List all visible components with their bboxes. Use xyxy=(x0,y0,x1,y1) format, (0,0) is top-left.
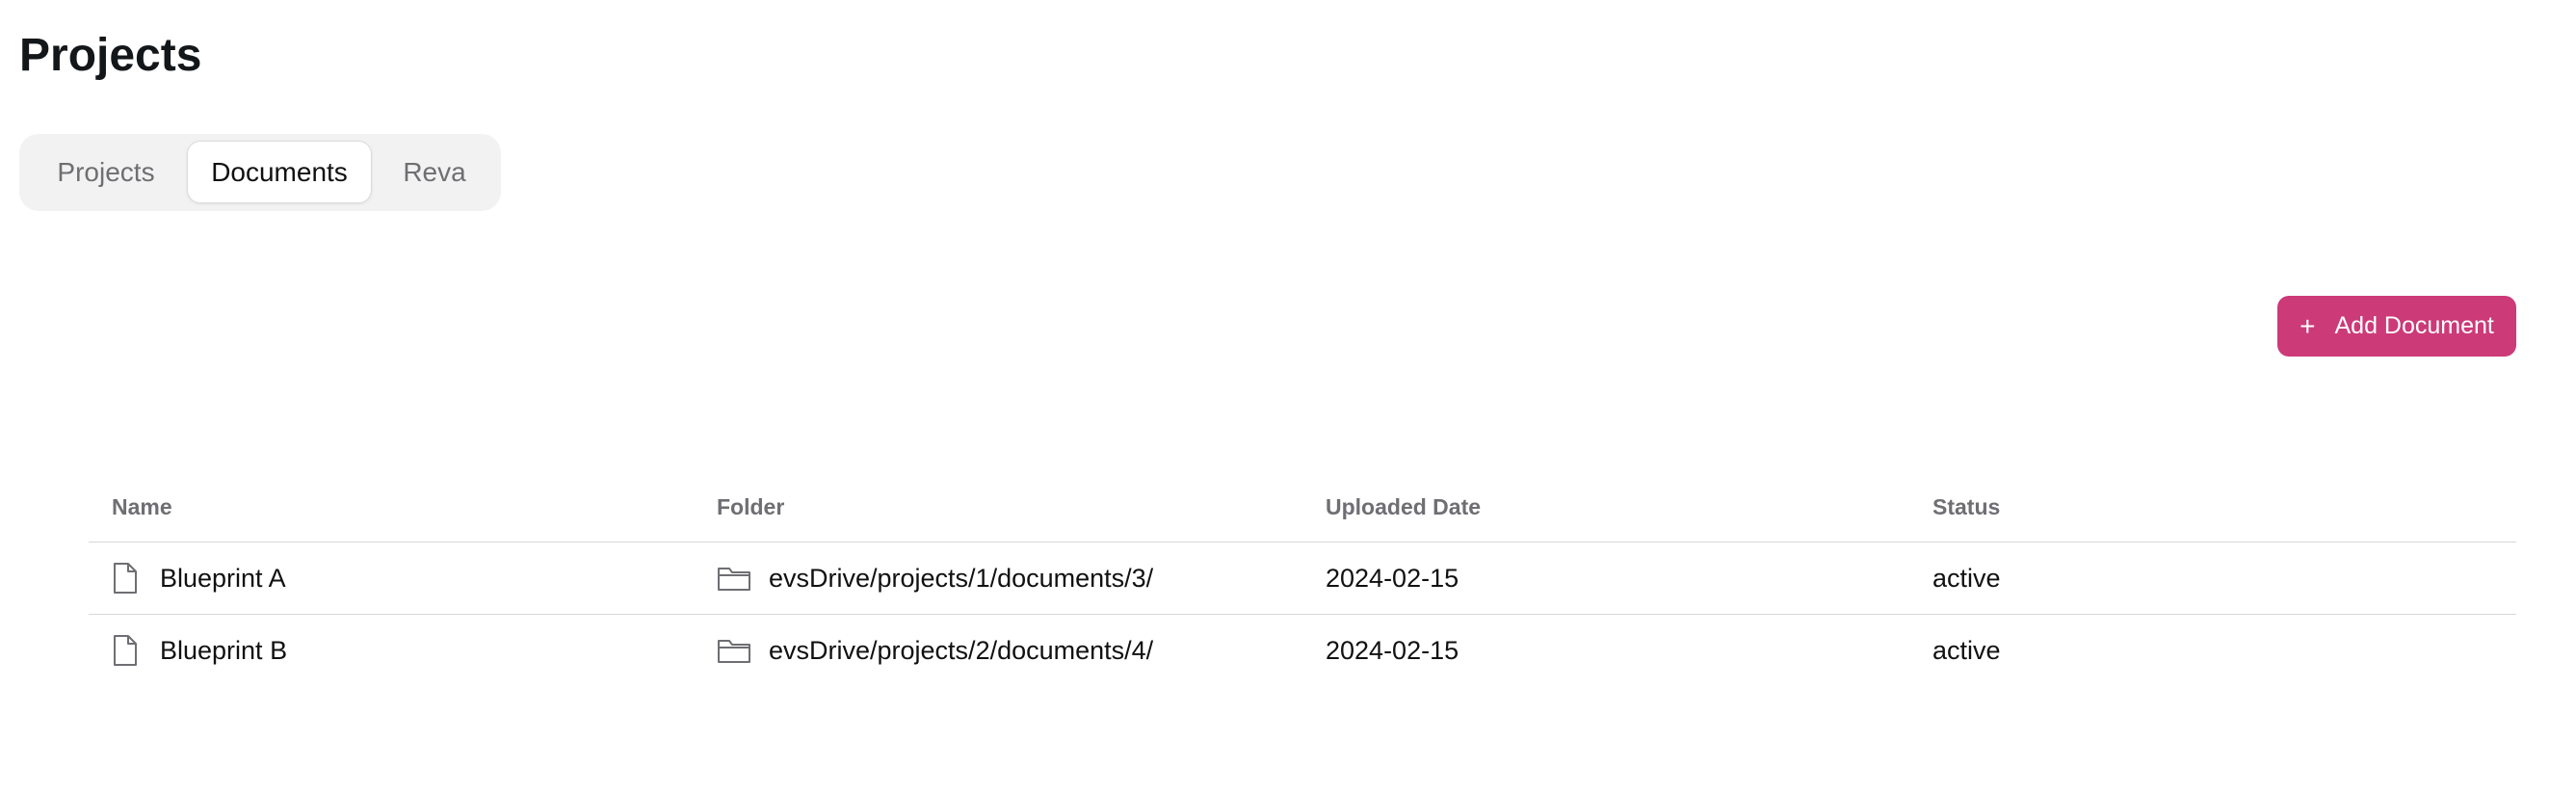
add-document-label: Add Document xyxy=(2334,312,2494,339)
document-name-cell[interactable]: Blueprint A xyxy=(112,543,286,614)
tab-bar: Projects Documents Reva xyxy=(19,134,501,211)
folder-cell[interactable]: evsDrive/projects/2/documents/4/ xyxy=(717,615,1153,686)
document-name: Blueprint A xyxy=(160,563,286,593)
column-header-status[interactable]: Status xyxy=(1932,472,2000,542)
tab-reva[interactable]: Reva xyxy=(381,141,487,203)
folder-path: evsDrive/projects/1/documents/3/ xyxy=(769,563,1154,593)
status-cell: active xyxy=(1932,563,2001,593)
tab-documents[interactable]: Documents xyxy=(187,141,372,203)
folder-icon xyxy=(717,637,751,664)
page-title: Projects xyxy=(19,30,202,81)
column-header-name[interactable]: Name xyxy=(112,472,172,542)
uploaded-date-cell: 2024-02-15 xyxy=(1326,563,1459,593)
document-name-cell[interactable]: Blueprint B xyxy=(112,615,287,686)
folder-cell[interactable]: evsDrive/projects/1/documents/3/ xyxy=(717,543,1153,614)
column-header-folder[interactable]: Folder xyxy=(717,472,784,542)
add-document-button[interactable]: + Add Document xyxy=(2277,296,2516,357)
table-row[interactable]: Blueprint B evsDrive/projects/2/document… xyxy=(89,615,2516,686)
table-row[interactable]: Blueprint A evsDrive/projects/1/document… xyxy=(89,543,2516,615)
plus-icon: + xyxy=(2300,310,2316,341)
status-cell: active xyxy=(1932,635,2001,665)
table-header: Name Folder Uploaded Date Status xyxy=(89,472,2516,543)
column-header-uploaded-date[interactable]: Uploaded Date xyxy=(1326,472,1481,542)
documents-table: Name Folder Uploaded Date Status Bluepri… xyxy=(89,472,2516,686)
uploaded-date-cell: 2024-02-15 xyxy=(1326,635,1459,665)
document-icon xyxy=(112,562,139,595)
document-icon xyxy=(112,634,139,667)
document-name: Blueprint B xyxy=(160,635,288,665)
page: Projects Projects Documents Reva + Add D… xyxy=(0,0,2576,794)
folder-path: evsDrive/projects/2/documents/4/ xyxy=(769,635,1154,665)
folder-icon xyxy=(717,565,751,592)
tab-projects[interactable]: Projects xyxy=(29,141,183,203)
